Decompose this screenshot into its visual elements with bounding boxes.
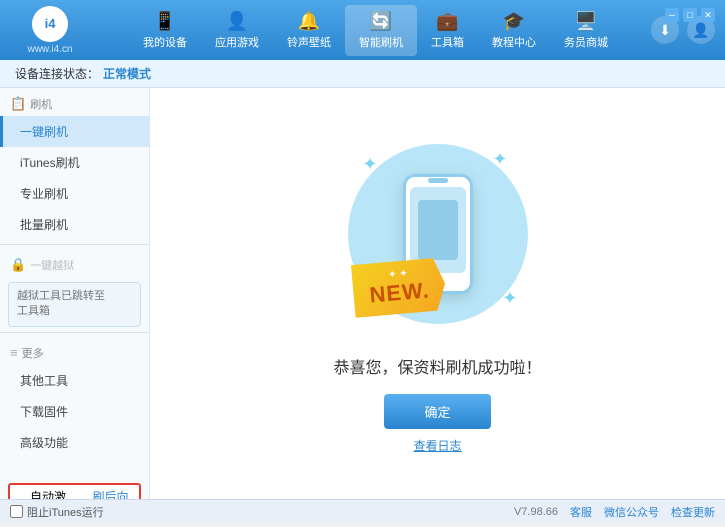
nav-toolbox-label: 工具箱 <box>431 34 464 50</box>
smart-flash-icon: 🔄 <box>370 11 392 32</box>
logo-icon: i4 <box>32 6 68 42</box>
sidebar-section-flash: 📋 刷机 <box>0 88 149 116</box>
sidebar-item-download-firmware[interactable]: 下载固件 <box>0 396 149 427</box>
sidebar-item-other-tools[interactable]: 其他工具 <box>0 365 149 396</box>
status-label: 设备连接状态： <box>15 65 99 82</box>
sidebar-item-pro-flash[interactable]: 专业刷机 <box>0 178 149 209</box>
my-device-icon: 📱 <box>154 11 176 32</box>
phone-screen-inner <box>418 200 458 260</box>
sidebar-section-more: ≡ 更多 <box>0 337 149 365</box>
close-button[interactable]: ✕ <box>701 8 715 22</box>
minimize-button[interactable]: ─ <box>665 8 679 22</box>
nav-bar: 📱 我的设备 👤 应用游戏 🔔 铃声壁纸 🔄 智能刷机 💼 工具箱 🎓 <box>100 5 651 56</box>
flash-section-label: 刷机 <box>30 96 52 112</box>
sidebar-divider-1 <box>0 244 149 245</box>
sparkle-top-left: ✦ <box>363 154 378 175</box>
sidebar-section-jailbreak: 🔒 一键越狱 <box>0 249 149 277</box>
tutorial-icon: 🎓 <box>503 11 525 32</box>
nav-store-label: 务员商城 <box>564 34 608 50</box>
main-layout: 📋 刷机 一键刷机 iTunes刷机 专业刷机 批量刷机 🔒 一键越狱 越狱工具… <box>0 88 725 499</box>
nav-app-games-label: 应用游戏 <box>215 34 259 50</box>
jailbreak-section-icon: 🔒 <box>10 257 26 273</box>
sidebar-divider-2 <box>0 332 149 333</box>
sidebar-item-itunes-flash[interactable]: iTunes刷机 <box>0 147 149 178</box>
itunes-label: 阻止iTunes运行 <box>27 504 104 520</box>
app-games-icon: 👤 <box>226 11 248 32</box>
status-bar: 设备连接状态： 正常模式 <box>0 60 725 88</box>
nav-ringtone[interactable]: 🔔 铃声壁纸 <box>273 5 345 56</box>
log-link[interactable]: 查看日志 <box>413 437 461 454</box>
sparkle-bottom-right: ✦ <box>502 288 517 309</box>
nav-app-games[interactable]: 👤 应用游戏 <box>201 5 273 56</box>
nav-smart-flash[interactable]: 🔄 智能刷机 <box>345 5 417 56</box>
maximize-button[interactable]: □ <box>683 8 697 22</box>
jailbreak-section-label: 一键越狱 <box>30 257 74 273</box>
more-section-icon: ≡ <box>10 345 18 360</box>
nav-ringtone-label: 铃声壁纸 <box>287 34 331 50</box>
auto-activate-label: 自动激活 <box>30 488 71 499</box>
sparkle-top-right: ✦ <box>492 149 507 170</box>
phone-illustration: ✦ ✦ ✦ ✦ ✦ NEW. <box>338 134 538 334</box>
sidebar-item-one-click-flash[interactable]: 一键刷机 <box>0 116 149 147</box>
success-message: 恭喜您，保资料刷机成功啦！ <box>333 354 541 378</box>
header: i4 www.i4.cn 📱 我的设备 👤 应用游戏 🔔 铃声壁纸 🔄 智能刷机 <box>0 0 725 60</box>
version-text: V7.98.66 <box>514 506 558 518</box>
contact-link[interactable]: 客服 <box>570 504 592 520</box>
auto-activate-checkbox-label[interactable]: 自动激活 <box>16 488 71 499</box>
content-area: ✦ ✦ ✦ ✦ ✦ NEW. 恭喜您，保资料刷机成功啦！ 确定 <box>150 88 725 499</box>
nav-store[interactable]: 🖥️ 务员商城 <box>550 5 622 56</box>
sidebar: 📋 刷机 一键刷机 iTunes刷机 专业刷机 批量刷机 🔒 一键越狱 越狱工具… <box>0 88 150 499</box>
phone-notch <box>428 178 448 183</box>
itunes-bar: 阻止iTunes运行 V7.98.66 客服 微信公众号 检查更新 <box>0 499 725 523</box>
bottom-right-area: V7.98.66 客服 微信公众号 检查更新 <box>514 504 715 520</box>
new-ribbon: ✦ ✦ NEW. <box>350 257 447 318</box>
confirm-button[interactable]: 确定 <box>384 394 490 429</box>
nav-tutorial-label: 教程中心 <box>492 34 536 50</box>
nav-toolbox[interactable]: 💼 工具箱 <box>417 5 478 56</box>
nav-tutorial[interactable]: 🎓 教程中心 <box>478 5 550 56</box>
check-update-link[interactable]: 检查更新 <box>671 504 715 520</box>
ringtone-icon: 🔔 <box>298 11 320 32</box>
sidebar-jailbreak-note: 越狱工具已跳转至工具箱 <box>8 282 141 327</box>
nav-my-device[interactable]: 📱 我的设备 <box>129 5 201 56</box>
itunes-checkbox[interactable] <box>10 505 23 518</box>
store-icon: 🖥️ <box>575 11 597 32</box>
new-badge-text: NEW. <box>368 277 430 308</box>
sidebar-bottom-area: 自动激活 刷后向导 📱 iPhone 15 Pro Max 512GB iPho… <box>0 478 149 499</box>
flash-section-icon: 📋 <box>10 96 26 112</box>
wechat-link[interactable]: 微信公众号 <box>604 504 659 520</box>
checkbox-highlight-area: 自动激活 刷后向导 <box>8 483 141 499</box>
nav-my-device-label: 我的设备 <box>143 34 187 50</box>
guide-after-checkbox-label[interactable]: 刷后向导 <box>79 488 134 499</box>
logo-url: www.i4.cn <box>27 44 72 55</box>
logo-area: i4 www.i4.cn <box>10 6 90 55</box>
window-controls: ─ □ ✕ <box>665 8 715 22</box>
guide-after-label: 刷后向导 <box>93 488 134 499</box>
sidebar-item-batch-flash[interactable]: 批量刷机 <box>0 209 149 240</box>
toolbox-icon: 💼 <box>436 11 458 32</box>
nav-smart-flash-label: 智能刷机 <box>359 34 403 50</box>
status-value: 正常模式 <box>103 65 151 82</box>
sidebar-item-advanced[interactable]: 高级功能 <box>0 427 149 458</box>
more-section-label: 更多 <box>22 345 44 361</box>
